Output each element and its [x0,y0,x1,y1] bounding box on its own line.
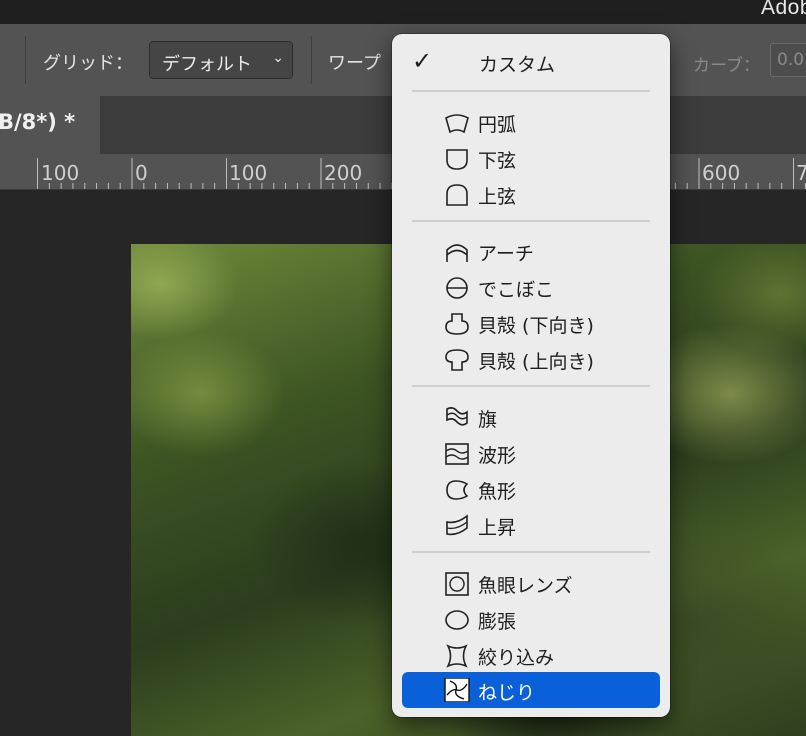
title-bar: Adob [0,0,806,24]
ruler-label: 100 [229,161,268,185]
flag-icon [446,407,468,426]
menu-item-wave[interactable]: 波形 [402,436,660,470]
menu-item-label: 魚眼レンズ [478,575,573,597]
inflate-icon [445,610,469,630]
arc-icon [445,114,469,134]
menu-item-arc[interactable]: 円弧 [402,105,660,139]
menu-item-bulge[interactable]: でこぼこ [402,270,660,304]
grid-label: グリッド： [43,53,133,74]
menu-separator [412,90,650,92]
menu-separator [412,385,650,387]
menu-item-rise[interactable]: 上昇 [402,508,660,542]
app-title: Adob [760,0,806,19]
document-tab-title: B/8*) * [0,110,76,134]
fisheye-icon [445,572,469,596]
arc-upper-icon [446,184,468,206]
menu-item-arch[interactable]: アーチ [402,234,660,268]
bulge-icon [446,277,468,299]
ruler-label: 0 [135,161,148,185]
menu-item-custom[interactable]: ✓ カスタム [402,45,660,79]
grid-dropdown-value: デフォルト [162,54,252,75]
fish-icon [446,480,469,500]
warp-label: ワープ [328,53,381,74]
menu-item-fish[interactable]: 魚形 [402,472,660,506]
arc-lower-icon [446,149,468,170]
curve-input-value: 0.0 [777,50,805,70]
curve-input[interactable]: 0.0 [770,43,806,77]
checkmark-icon: ✓ [412,47,433,75]
rise-icon [446,514,468,536]
options-divider [25,36,26,84]
ruler-label: 600 [702,161,741,185]
warp-style-menu: ✓ カスタム 円弧 下弦 上弦 アーチ でこぼこ 貝殻 (下向き) 貝殻 (上向… [392,34,670,717]
arch-icon [446,244,468,262]
chevron-down-icon: ⌄ [272,50,284,66]
menu-item-label: 波形 [478,445,517,467]
menu-item-flag[interactable]: 旗 [402,400,660,434]
grid-dropdown[interactable]: デフォルト ⌄ [149,41,293,79]
menu-item-shell-lower[interactable]: 貝殻 (下向き) [402,306,660,340]
menu-item-label: 旗 [478,409,498,431]
menu-item-shell-upper[interactable]: 貝殻 (上向き) [402,342,660,376]
menu-item-label: 下弦 [478,150,517,172]
ruler-label: 200 [324,161,363,185]
menu-separator [412,220,650,222]
menu-item-label: カスタム [479,54,556,76]
document-tab[interactable]: B/8*) * [0,96,100,154]
menu-item-label: 絞り込み [478,647,555,669]
menu-item-label: でこぼこ [478,279,555,301]
menu-item-arc-lower[interactable]: 下弦 [402,141,660,175]
menu-item-squeeze[interactable]: 絞り込み [402,638,660,672]
menu-item-label: 膨張 [478,611,517,633]
menu-item-label: 上弦 [478,186,517,208]
menu-item-label: 上昇 [478,517,517,539]
shell-lower-icon [445,313,469,335]
menu-item-label: 魚形 [478,481,517,503]
ruler-label: 7 [796,161,806,185]
menu-item-inflate[interactable]: 膨張 [402,602,660,636]
menu-item-label: 貝殻 (上向き) [478,351,594,373]
menu-item-label: アーチ [478,243,534,265]
menu-separator [412,551,650,553]
menu-item-arc-upper[interactable]: 上弦 [402,177,660,211]
menu-item-label: 貝殻 (下向き) [478,315,594,337]
menu-item-twist[interactable]: ねじり [402,672,660,708]
options-divider [311,36,312,84]
twist-icon [444,678,470,702]
wave-icon [445,443,469,465]
shell-upper-icon [445,349,469,371]
squeeze-icon [446,644,468,668]
menu-item-label: 円弧 [478,114,517,136]
ruler-label: 100 [41,161,80,185]
menu-item-fisheye[interactable]: 魚眼レンズ [402,566,660,600]
curve-label: カーブ： [693,56,760,76]
menu-item-label: ねじり [478,682,536,704]
